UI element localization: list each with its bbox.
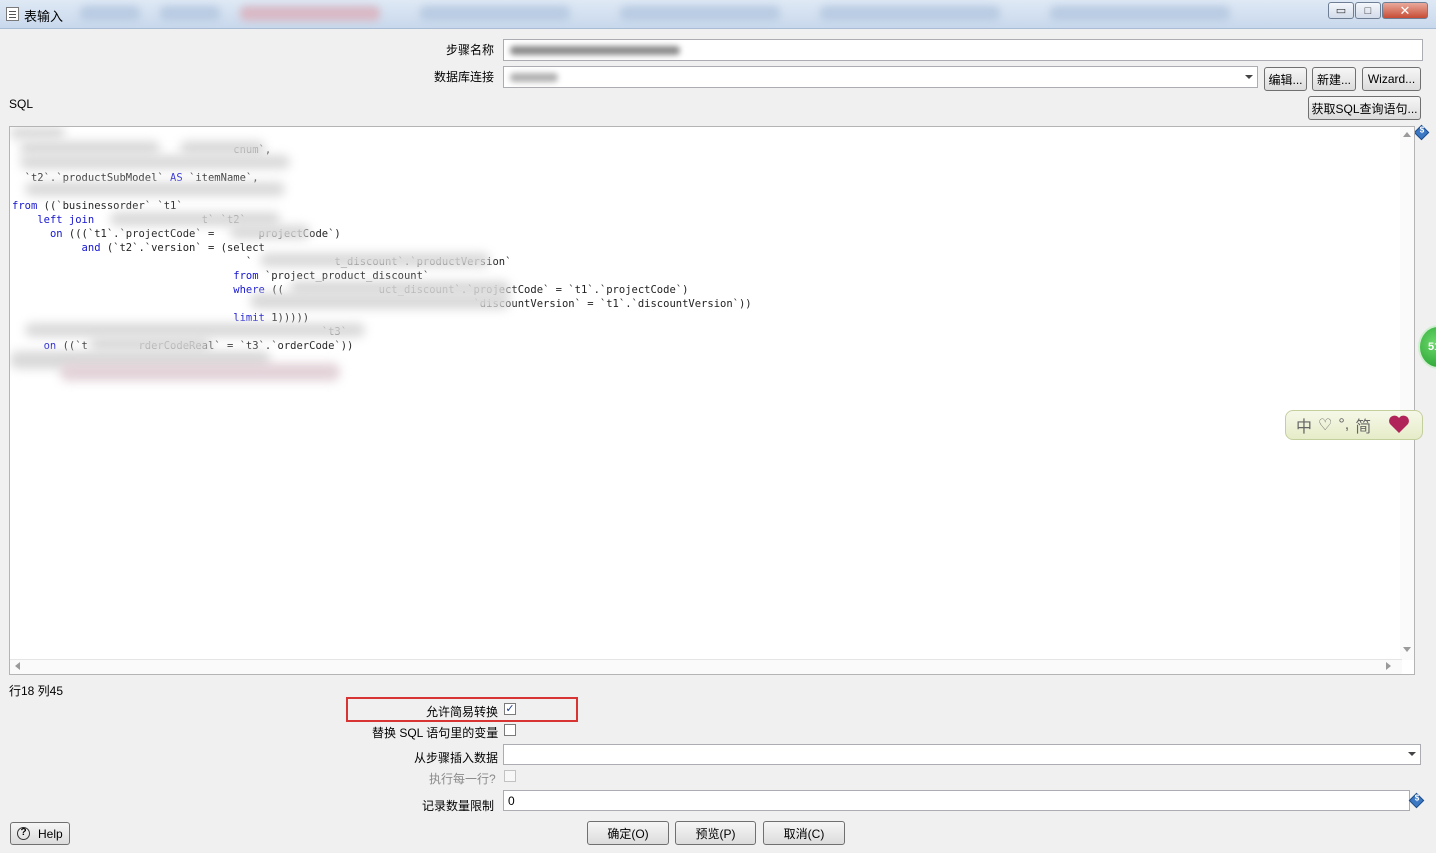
variable-icon <box>1413 124 1430 141</box>
limit-value: 0 <box>508 794 515 808</box>
sql-keyword: from <box>233 270 259 282</box>
insert-from-step-label: 从步骤插入数据 <box>414 751 499 765</box>
blurred-taskbar-area <box>160 6 220 21</box>
step-name-label: 步骤名称 <box>446 43 495 57</box>
preview-button[interactable]: 预览(P) <box>675 821 756 845</box>
limit-input[interactable]: 0 <box>503 790 1410 811</box>
sql-keyword: left join <box>37 214 95 226</box>
scroll-right-icon[interactable] <box>1386 662 1391 670</box>
redaction-smear <box>60 363 340 381</box>
blurred-taskbar-area <box>820 6 1000 21</box>
execute-each-row-label: 执行每一行? <box>429 772 496 786</box>
sql-label: SQL <box>9 97 34 111</box>
sql-line: `discountVersion` = `t1`.`discountVersio… <box>12 297 1392 311</box>
sql-text: `discountVersion` = `t1`.`discountVersio… <box>473 298 752 310</box>
redaction-smear <box>10 127 65 139</box>
scroll-left-icon[interactable] <box>15 662 20 670</box>
insert-from-step-select[interactable] <box>503 744 1421 765</box>
chevron-down-icon <box>1408 752 1416 756</box>
new-connection-button[interactable]: 新建... <box>1312 67 1356 91</box>
redaction-smear <box>20 141 160 155</box>
lazy-conversion-checkbox[interactable] <box>504 703 516 715</box>
sql-line: where (( uct_discount`.`projectCode` = `… <box>12 283 1392 297</box>
sql-editor[interactable]: cnum`, `t2`.`productSubModel` AS `itemNa… <box>9 126 1415 675</box>
variable-icon <box>1408 792 1425 809</box>
maximize-button[interactable]: □ <box>1355 2 1381 19</box>
help-button[interactable]: ? Help <box>10 822 70 845</box>
sql-text: (`t2`.`version` = (select <box>100 242 265 254</box>
sql-keyword: on <box>49 228 63 240</box>
chevron-down-icon <box>1245 75 1253 79</box>
horizontal-scrollbar[interactable] <box>10 659 1402 674</box>
redaction-smear <box>230 225 310 239</box>
execute-each-row-checkbox[interactable] <box>504 770 516 782</box>
redaction-smear <box>90 337 210 351</box>
redacted-text <box>510 73 558 82</box>
title-bar: 表输入 ▭ □ ✕ <box>0 0 1436 29</box>
redacted-text <box>510 46 680 55</box>
wizard-button[interactable]: Wizard... <box>1362 67 1421 91</box>
ime-lang[interactable]: 中 <box>1296 413 1312 437</box>
close-button[interactable]: ✕ <box>1382 2 1428 19</box>
redaction-smear <box>25 182 285 196</box>
floating-badge[interactable]: 51 <box>1418 325 1436 369</box>
scroll-down-icon[interactable] <box>1403 647 1411 652</box>
get-sql-button[interactable]: 获取SQL查询语句... <box>1308 96 1421 120</box>
replace-vars-checkbox[interactable] <box>504 724 516 736</box>
vertical-scrollbar[interactable] <box>1400 127 1414 660</box>
db-connection-select[interactable] <box>503 66 1258 88</box>
redaction-smear <box>110 212 280 226</box>
blurred-taskbar-area <box>620 6 780 21</box>
sql-line: and (`t2`.`version` = (select <box>12 241 1392 255</box>
lazy-conversion-label: 允许简易转换 <box>426 705 499 719</box>
step-name-input[interactable] <box>503 39 1423 61</box>
ime-heart[interactable]: ♡ <box>1318 415 1332 435</box>
edit-connection-button[interactable]: 编辑... <box>1264 67 1307 91</box>
window-title: 表输入 <box>24 9 64 24</box>
blurred-taskbar-area <box>80 6 140 21</box>
replace-vars-label: 替换 SQL 语句里的变量 <box>372 726 499 740</box>
sql-line: from ((`businessorder` `t1` <box>12 199 1392 213</box>
redaction-smear <box>25 323 365 337</box>
cancel-button[interactable]: 取消(C) <box>763 821 845 845</box>
heart-icon <box>1389 415 1409 433</box>
redaction-smear <box>260 253 490 267</box>
scroll-up-icon[interactable] <box>1403 132 1411 137</box>
sql-text: ((`businessorder` `t1` <box>37 200 183 212</box>
help-label: Help <box>38 827 63 841</box>
table-input-icon <box>6 7 19 21</box>
ime-toolbar[interactable]: 中 ♡ °, 简 <box>1285 410 1423 440</box>
cursor-position: 行18 列45 <box>9 684 64 698</box>
minimize-button[interactable]: ▭ <box>1328 2 1354 19</box>
blurred-taskbar-area <box>240 6 380 21</box>
sql-keyword: from <box>12 200 38 212</box>
limit-label: 记录数量限制 <box>422 799 495 813</box>
help-icon: ? <box>17 827 30 840</box>
sql-keyword: and <box>81 242 101 254</box>
redaction-smear <box>250 293 510 309</box>
ime-mode[interactable]: 简 <box>1355 413 1371 437</box>
sql-line: ` t_discount`.`productVersion` <box>12 255 1392 269</box>
blurred-taskbar-area <box>420 6 570 21</box>
sql-line: from `project_product_discount` <box>12 269 1392 283</box>
sql-line: on (((`t1`.`projectCode` = projectCode`) <box>12 227 1392 241</box>
blurred-taskbar-area <box>1050 6 1230 21</box>
redaction-smear <box>180 141 265 155</box>
redaction-smear <box>20 155 290 169</box>
ime-punct[interactable]: °, <box>1338 416 1349 434</box>
badge-value: 51 <box>1428 341 1436 353</box>
ok-button[interactable]: 确定(O) <box>587 821 669 845</box>
db-connection-label: 数据库连接 <box>434 70 495 84</box>
